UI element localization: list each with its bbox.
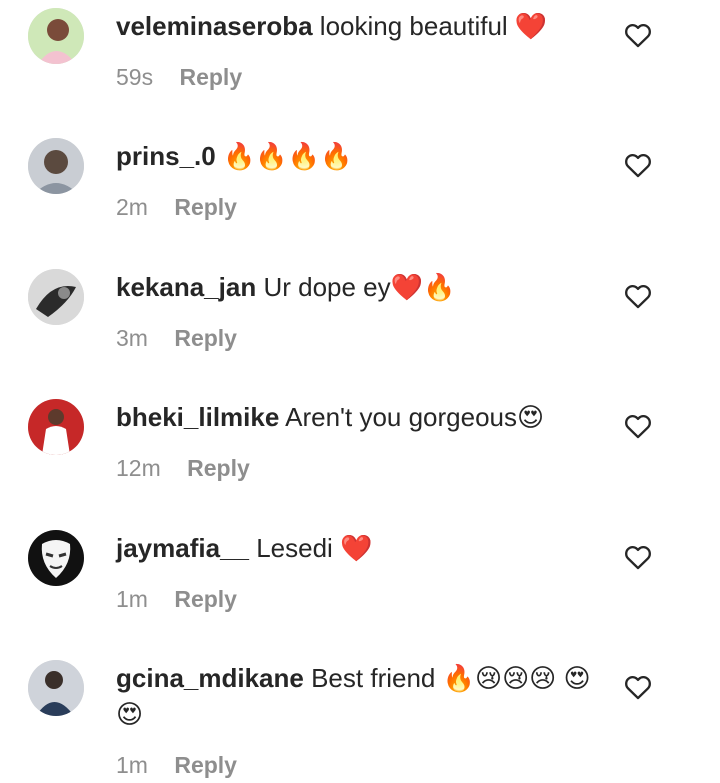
like-button[interactable] [624, 283, 652, 309]
avatar-image [28, 530, 84, 586]
comment-text: Ur dope ey❤️🔥 [263, 272, 456, 302]
comment-timestamp: 2m [116, 194, 148, 220]
comment-text: Lesedi ❤️ [256, 533, 373, 563]
like-button[interactable] [624, 544, 652, 570]
avatar-image [28, 660, 84, 716]
heart-outline-icon [625, 414, 651, 439]
comment-text: Aren't you gorgeous😍 [285, 402, 545, 432]
comment-body: jaymafia__ Lesedi ❤️ [116, 530, 616, 566]
like-button[interactable] [624, 22, 652, 48]
comment-meta: 59s Reply [116, 64, 242, 91]
avatar[interactable] [28, 269, 84, 325]
avatar[interactable] [28, 530, 84, 586]
avatar[interactable] [28, 138, 84, 194]
comment-username[interactable]: bheki_lilmike [116, 402, 279, 432]
reply-button[interactable]: Reply [174, 586, 237, 612]
avatar-image [28, 8, 84, 64]
comment-timestamp: 3m [116, 325, 148, 351]
comment-username[interactable]: jaymafia__ [116, 533, 249, 563]
comment-meta: 1m Reply [116, 752, 237, 779]
reply-button[interactable]: Reply [187, 455, 250, 481]
heart-outline-icon [625, 545, 651, 570]
comment-item: bheki_lilmike Aren't you gorgeous😍 12m R… [0, 391, 720, 516]
comment-meta: 1m Reply [116, 586, 237, 613]
comment-meta: 12m Reply [116, 455, 250, 482]
comment-item: gcina_mdikane Best friend 🔥😢😢😢 😍😍 1m Rep… [0, 652, 720, 783]
avatar[interactable] [28, 660, 84, 716]
reply-button[interactable]: Reply [174, 752, 237, 778]
comment-list: veleminaseroba looking beautiful ❤️ 59s … [0, 0, 720, 783]
heart-outline-icon [625, 284, 651, 309]
heart-outline-icon [625, 23, 651, 48]
avatar-image [28, 269, 84, 325]
comment-username[interactable]: kekana_jan [116, 272, 256, 302]
comment-item: veleminaseroba looking beautiful ❤️ 59s … [0, 0, 720, 125]
comment-text: 🔥🔥🔥🔥 [222, 141, 353, 171]
reply-button[interactable]: Reply [179, 64, 242, 90]
avatar-image [28, 138, 84, 194]
comment-username[interactable]: gcina_mdikane [116, 663, 304, 693]
comment-username[interactable]: veleminaseroba [116, 11, 313, 41]
like-button[interactable] [624, 152, 652, 178]
reply-button[interactable]: Reply [174, 194, 237, 220]
like-button[interactable] [624, 413, 652, 439]
comment-body: bheki_lilmike Aren't you gorgeous😍 [116, 399, 616, 435]
comment-username[interactable]: prins_.0 [116, 141, 216, 171]
comment-timestamp: 1m [116, 586, 148, 612]
reply-button[interactable]: Reply [174, 325, 237, 351]
comment-body: prins_.0 🔥🔥🔥🔥 [116, 138, 616, 174]
heart-outline-icon [625, 675, 651, 700]
comment-body: veleminaseroba looking beautiful ❤️ [116, 8, 616, 44]
avatar[interactable] [28, 8, 84, 64]
avatar-image [28, 399, 84, 455]
comment-timestamp: 1m [116, 752, 148, 778]
comment-timestamp: 12m [116, 455, 161, 481]
comment-body: gcina_mdikane Best friend 🔥😢😢😢 😍😍 [116, 660, 616, 732]
avatar[interactable] [28, 399, 84, 455]
comment-item: prins_.0 🔥🔥🔥🔥 2m Reply [0, 130, 720, 255]
comment-meta: 3m Reply [116, 325, 237, 352]
comment-meta: 2m Reply [116, 194, 237, 221]
like-button[interactable] [624, 674, 652, 700]
comment-timestamp: 59s [116, 64, 154, 90]
comment-body: kekana_jan Ur dope ey❤️🔥 [116, 269, 616, 305]
comment-item: kekana_jan Ur dope ey❤️🔥 3m Reply [0, 261, 720, 386]
comment-text: looking beautiful ❤️ [319, 11, 548, 41]
heart-outline-icon [625, 153, 651, 178]
comment-item: jaymafia__ Lesedi ❤️ 1m Reply [0, 522, 720, 647]
